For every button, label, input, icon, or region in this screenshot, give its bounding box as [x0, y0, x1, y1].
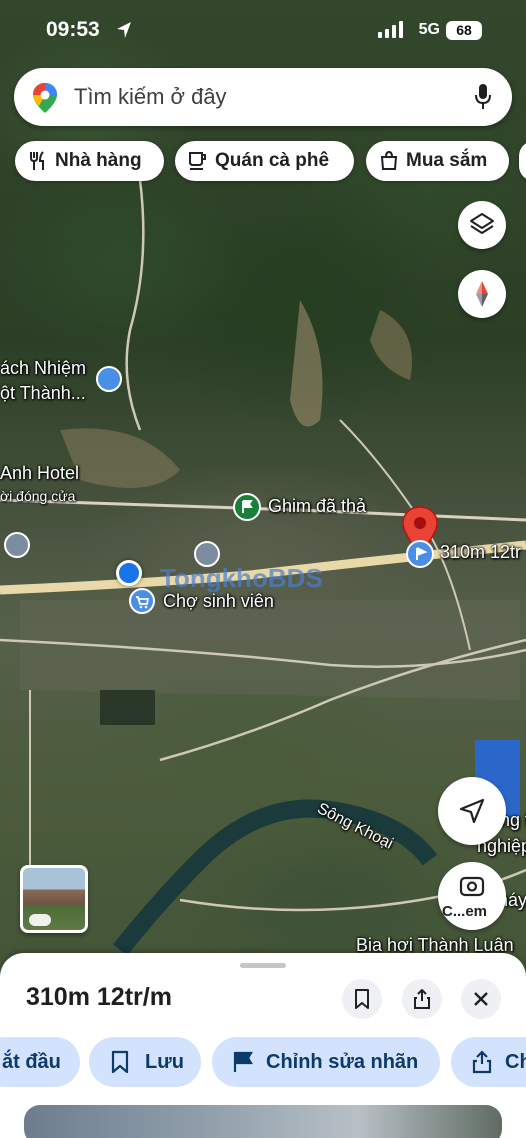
current-location-dot	[116, 560, 142, 586]
search-input[interactable]: Tìm kiếm ở đây	[74, 84, 227, 110]
save-label: Lưu	[145, 1051, 184, 1073]
start-button[interactable]: ắt đầu	[0, 1037, 80, 1087]
layers-icon	[470, 213, 494, 234]
shopping-pin-icon[interactable]	[96, 366, 122, 392]
watermark-text: TongkhoBDS	[160, 563, 323, 593]
share-icon-button[interactable]	[402, 979, 442, 1019]
status-bar: 09:53 5G 68	[0, 0, 526, 60]
close-button[interactable]	[461, 979, 501, 1019]
save-button[interactable]: Lưu	[89, 1037, 201, 1087]
place-title: 310m 12tr/m	[26, 983, 172, 1011]
category-chips: Nhà hàng Quán cà phê Mua sắm	[0, 141, 526, 181]
chip-label: Quán cà phê	[215, 150, 330, 171]
network-type: 5G	[418, 21, 440, 38]
location-arrow-icon	[117, 22, 131, 38]
cart-pin-icon[interactable]	[129, 588, 155, 614]
share-icon	[472, 1050, 492, 1074]
place-photo[interactable]	[24, 1105, 502, 1138]
map-label-place-1b[interactable]: ột Thành...	[0, 383, 86, 404]
flag-icon	[233, 1051, 253, 1072]
navigation-arrow-icon	[459, 798, 485, 824]
restaurant-icon	[30, 151, 44, 170]
chip-shopping[interactable]: Mua sắm	[366, 141, 509, 181]
compass-icon	[476, 281, 488, 307]
chip-more-partial[interactable]	[519, 141, 526, 181]
lens-label: C...em	[442, 903, 488, 920]
sheet-drag-handle[interactable]	[240, 963, 286, 968]
shopping-bag-icon	[380, 151, 398, 170]
maps-logo-icon	[33, 83, 57, 113]
school-pin-icon[interactable]	[4, 532, 30, 558]
lens-button[interactable]: C...em	[438, 862, 506, 930]
search-bar[interactable]: Tìm kiếm ở đây	[14, 68, 512, 126]
map-label-hotel-status: ời đóng cửa	[0, 488, 76, 504]
street-view-thumbnail[interactable]	[20, 865, 88, 933]
share-button[interactable]: Ch	[451, 1037, 526, 1087]
close-icon	[474, 992, 488, 1006]
edit-label-text: Chỉnh sửa nhãn	[266, 1051, 419, 1073]
map-label-place-1[interactable]: ách Nhiệm	[0, 358, 86, 379]
microphone-icon[interactable]	[474, 83, 492, 111]
navigate-button[interactable]	[438, 777, 506, 845]
bookmark-icon	[355, 989, 369, 1009]
map-label-selected-pin[interactable]: 310m 12tr	[440, 542, 521, 563]
coffee-icon	[189, 152, 206, 170]
layers-button[interactable]	[458, 201, 506, 249]
chip-label: Nhà hàng	[55, 150, 142, 171]
share-label: Ch	[505, 1051, 526, 1073]
status-time: 09:53	[46, 18, 100, 41]
battery-icon: 68	[446, 21, 482, 40]
start-label: ắt đầu	[2, 1051, 61, 1073]
place-sheet[interactable]: 310m 12tr/m ắt đầu Lưu Chỉnh sửa nhãn Ch	[0, 953, 526, 1138]
chip-restaurants[interactable]: Nhà hàng	[15, 141, 164, 181]
camera-icon	[459, 876, 485, 897]
signal-icon	[378, 21, 403, 38]
compass-button[interactable]	[458, 270, 506, 318]
edit-label-button[interactable]: Chỉnh sửa nhãn	[212, 1037, 440, 1087]
bookmark-icon	[111, 1050, 129, 1074]
map-label-market[interactable]: Chợ sinh viên	[163, 591, 274, 612]
chip-label: Mua sắm	[406, 150, 488, 171]
street-view-360-icon	[29, 914, 51, 926]
chip-coffee[interactable]: Quán cà phê	[175, 141, 354, 181]
labeled-flag-icon[interactable]	[406, 540, 434, 568]
save-icon-button[interactable]	[342, 979, 382, 1019]
map-label-hotel[interactable]: Anh Hotel	[0, 463, 79, 484]
school-pin-icon[interactable]	[194, 541, 220, 567]
map-label-dropped-pin[interactable]: Ghim đã thả	[268, 496, 366, 517]
dropped-pin-icon[interactable]	[233, 493, 261, 521]
share-icon	[414, 989, 430, 1009]
